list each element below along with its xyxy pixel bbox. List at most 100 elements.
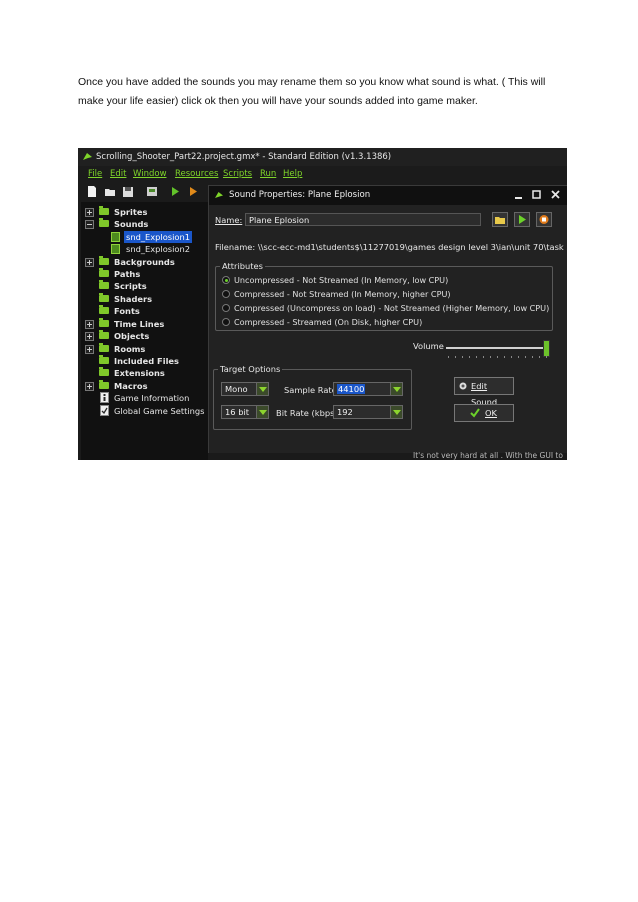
attributes-group: Attributes Uncompressed - Not Streamed (…	[215, 261, 553, 331]
open-folder-icon[interactable]	[104, 185, 116, 198]
expand-icon[interactable]	[85, 258, 94, 267]
tree-item-extensions[interactable]: Extensions	[85, 367, 205, 379]
close-icon[interactable]	[549, 189, 562, 201]
radio-selected[interactable]	[222, 276, 230, 284]
play-sound-button[interactable]	[514, 212, 530, 227]
folder-icon	[99, 367, 109, 376]
chevron-down-icon[interactable]	[256, 383, 268, 395]
tree-item-backgrounds[interactable]: Backgrounds	[85, 256, 205, 268]
expand-icon[interactable]	[85, 320, 94, 329]
volume-tick	[497, 356, 498, 358]
radio[interactable]	[222, 318, 230, 326]
expand-icon[interactable]	[85, 332, 94, 341]
folder-icon	[99, 318, 109, 327]
edit-sound-button[interactable]: Edit Sound	[454, 377, 514, 407]
tree-item-sound[interactable]: snd_Explosion1	[111, 231, 201, 243]
main-toolbar	[78, 183, 218, 201]
tree-item-objects[interactable]: Objects	[85, 330, 205, 342]
chevron-down-icon[interactable]	[390, 406, 402, 418]
tree-item-timelines[interactable]: Time Lines	[85, 318, 205, 330]
sample-rate-label: Sample Rate	[284, 385, 337, 395]
dialog-title: Sound Properties: Plane Eplosion	[229, 190, 371, 200]
radio[interactable]	[222, 304, 230, 312]
debug-run-icon[interactable]	[187, 185, 199, 198]
menu-scripts[interactable]: Scripts	[223, 167, 252, 182]
play-icon	[519, 215, 526, 224]
folder-icon	[99, 206, 109, 215]
channel-select[interactable]: Mono	[221, 382, 269, 396]
edit-sound-icon	[459, 382, 467, 390]
expand-icon[interactable]	[85, 345, 94, 354]
menu-edit[interactable]: Edit	[110, 167, 126, 182]
tree-item-included-files[interactable]: Included Files	[85, 355, 205, 367]
tree-item-rooms[interactable]: Rooms	[85, 343, 205, 355]
volume-tick	[518, 356, 519, 358]
chevron-down-icon[interactable]	[390, 383, 402, 395]
bit-rate-label: Bit Rate (kbps)	[276, 408, 338, 418]
load-sound-button[interactable]	[492, 212, 508, 227]
folder-icon	[99, 268, 109, 277]
bit-rate-select[interactable]: 192	[333, 405, 403, 419]
minimize-icon[interactable]	[512, 189, 525, 201]
menu-window[interactable]: Window	[133, 167, 167, 182]
tree-item-global-settings[interactable]: Global Game Settings	[85, 405, 205, 417]
expand-icon[interactable]	[85, 208, 94, 217]
sample-rate-select[interactable]: 44100	[333, 382, 403, 396]
volume-slider-thumb[interactable]	[543, 340, 550, 357]
tree-item-sounds[interactable]: Sounds	[85, 218, 205, 230]
target-options-group: Target Options Mono Sample Rate 44100 16…	[213, 364, 412, 430]
menu-help[interactable]: Help	[283, 167, 302, 182]
volume-tick	[476, 356, 477, 358]
resource-tree: Sprites Sounds snd_Explosion1 snd_Explos…	[81, 202, 208, 460]
volume-tick	[490, 356, 491, 358]
tree-item-fonts[interactable]: Fonts	[85, 305, 205, 317]
save-icon[interactable]	[122, 185, 134, 198]
name-label: Name:	[215, 215, 243, 225]
chevron-down-icon[interactable]	[256, 406, 268, 418]
folder-icon	[99, 280, 109, 289]
volume-tick	[539, 356, 540, 358]
volume-slider-track[interactable]	[446, 347, 546, 349]
name-input[interactable]: Plane Eplosion	[245, 213, 481, 226]
stop-icon	[539, 215, 549, 224]
tree-item-sound[interactable]: snd_Explosion2	[111, 243, 201, 255]
volume-tick	[448, 356, 449, 358]
tree-item-paths[interactable]: Paths	[85, 268, 205, 280]
bit-depth-select[interactable]: 16 bit	[221, 405, 269, 419]
gamemaker-logo-icon	[83, 153, 92, 160]
run-icon[interactable]	[169, 185, 181, 198]
menu-run[interactable]: Run	[260, 167, 276, 182]
tree-item-scripts[interactable]: Scripts	[85, 280, 205, 292]
open-folder-icon	[99, 218, 109, 227]
dialog-body: Name: Plane Eplosion Filename: \\scc-ecc…	[209, 205, 567, 454]
filename-label: Filename: \\scc-ecc-md1\students$\112770…	[215, 242, 567, 252]
expand-icon[interactable]	[85, 382, 94, 391]
instruction-paragraph: Once you have added the sounds you may r…	[78, 76, 546, 107]
folder-icon	[99, 256, 109, 265]
checkmark-icon	[470, 408, 480, 418]
ok-button[interactable]: OK	[454, 404, 514, 422]
tree-item-shaders[interactable]: Shaders	[85, 293, 205, 305]
maximize-icon[interactable]	[530, 189, 543, 201]
new-file-icon[interactable]	[86, 185, 98, 198]
volume-tick	[525, 356, 526, 358]
radio[interactable]	[222, 290, 230, 298]
collapse-icon[interactable]	[85, 220, 94, 229]
tree-item-macros[interactable]: Macros	[85, 380, 205, 392]
export-icon[interactable]	[146, 185, 158, 198]
app-title: Scrolling_Shooter_Part22.project.gmx* - …	[96, 152, 392, 162]
volume-tick	[504, 356, 505, 358]
dialog-titlebar: Sound Properties: Plane Eplosion	[209, 186, 567, 205]
target-options-label: Target Options	[218, 364, 283, 374]
tree-item-game-information[interactable]: Game Information	[85, 392, 205, 404]
folder-icon	[99, 380, 109, 389]
volume-tick	[511, 356, 512, 358]
info-icon	[100, 392, 109, 403]
tree-item-sprites[interactable]: Sprites	[85, 206, 205, 218]
stop-sound-button[interactable]	[536, 212, 552, 227]
menu-file[interactable]: File	[88, 167, 102, 182]
folder-icon	[99, 355, 109, 364]
volume-tick	[532, 356, 533, 358]
folder-icon	[99, 293, 109, 302]
menu-resources[interactable]: Resources	[175, 167, 218, 182]
